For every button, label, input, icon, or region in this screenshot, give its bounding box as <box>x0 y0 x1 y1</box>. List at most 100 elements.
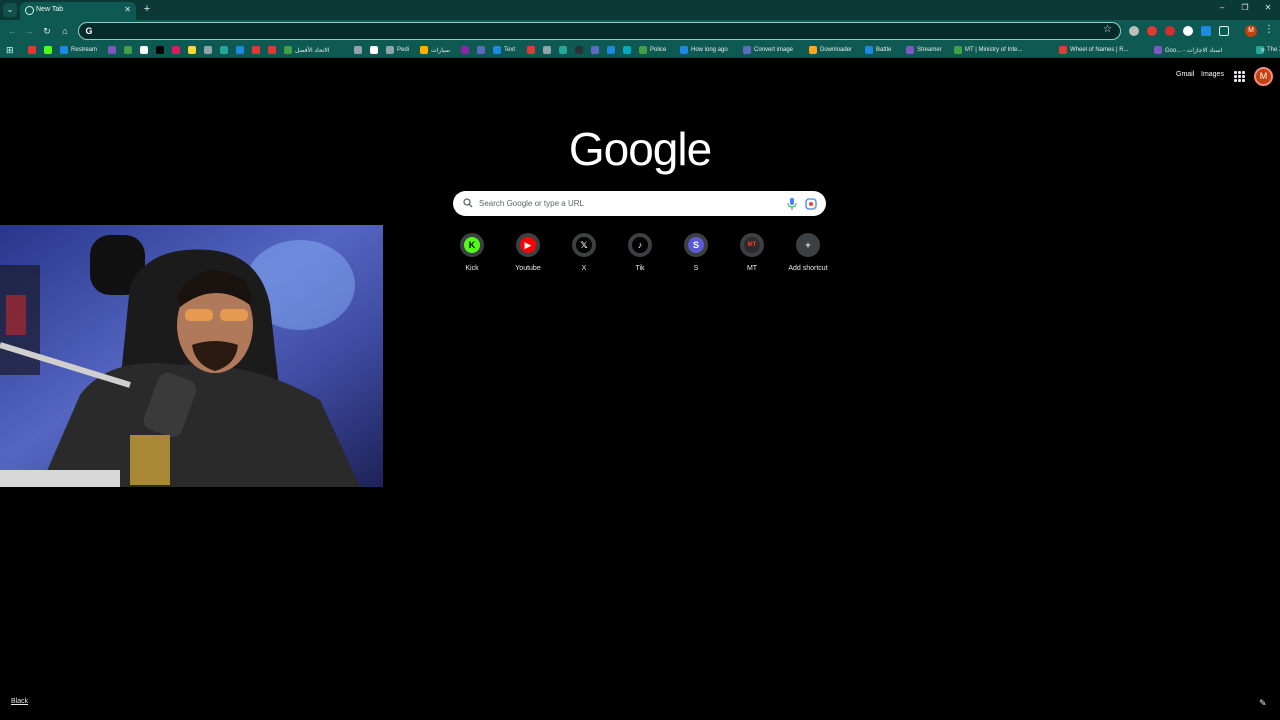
back-arrow-icon[interactable]: ← <box>5 24 19 38</box>
translate-extension-icon[interactable] <box>1201 26 1211 36</box>
bookmark-item[interactable]: سيارات <box>420 45 450 55</box>
bookmark-item[interactable] <box>236 45 244 55</box>
home-icon[interactable]: ⌂ <box>58 24 72 38</box>
extension-icon[interactable] <box>1147 26 1157 36</box>
bookmark-label: The X Picker <box>1267 47 1280 53</box>
bookmark-favicon-icon <box>575 46 583 54</box>
tab-search-icon[interactable]: ⌄ <box>3 3 17 17</box>
address-bar[interactable]: G ☆ <box>78 22 1121 40</box>
images-link[interactable]: Images <box>1201 71 1224 78</box>
bookmark-item[interactable] <box>559 45 567 55</box>
puzzle-extensions-icon[interactable] <box>1219 26 1229 36</box>
google-lens-icon[interactable] <box>805 198 817 210</box>
shortcut-x[interactable]: 𝕏X <box>560 233 608 275</box>
account-avatar[interactable]: M <box>1254 67 1273 86</box>
bookmark-star-icon[interactable]: ☆ <box>1103 24 1112 35</box>
bookmark-item[interactable]: Streamer <box>906 45 942 55</box>
globe-icon <box>25 6 34 15</box>
kick-icon: K <box>464 237 480 253</box>
browser-toolbar: ← → ↻ ⌂ G ☆ M ⋮ <box>0 20 1280 42</box>
new-tab-button[interactable]: + <box>142 2 152 16</box>
bookmark-item[interactable] <box>370 45 378 55</box>
bookmark-item[interactable]: Text <box>493 45 515 55</box>
bookmark-item[interactable] <box>156 45 164 55</box>
bookmark-label: Wheel of Names | R... <box>1070 47 1129 53</box>
shortcut-tik[interactable]: ♪ Tik <box>616 233 664 275</box>
bookmark-item[interactable]: Goo... - اسناد الاجازات <box>1154 45 1222 55</box>
bookmark-item[interactable] <box>477 45 485 55</box>
bookmark-favicon-icon <box>60 46 68 54</box>
bookmark-item[interactable]: الاتحاد الأفضل <box>284 45 330 55</box>
bookmarks-bar: ⊞ Restream الاتحاد الأفضل Pedi سيارات Text Po… <box>0 42 1280 58</box>
window-close-button[interactable]: ✕ <box>1262 3 1274 12</box>
shortcut-add-shortcut[interactable]: + Add shortcut <box>784 233 832 275</box>
shortcut-tile: K <box>460 233 484 257</box>
pencil-icon[interactable]: ✎ <box>1259 698 1267 709</box>
bookmark-item[interactable] <box>623 45 631 55</box>
bookmark-item[interactable]: Battle <box>865 45 891 55</box>
restore-button[interactable]: ❐ <box>1239 3 1251 12</box>
gmail-link[interactable]: Gmail <box>1176 71 1194 78</box>
shortcut-kick[interactable]: K Kick <box>448 233 496 275</box>
bookmark-item[interactable]: Wheel of Names | R... <box>1059 45 1129 55</box>
bookmark-item[interactable]: Police <box>639 45 666 55</box>
bookmark-item[interactable] <box>268 45 276 55</box>
x-icon: 𝕏 <box>576 237 592 253</box>
more-bookmarks-icon[interactable]: » <box>1261 45 1265 54</box>
bookmark-item[interactable]: MT | Ministry of Inte... <box>954 45 1022 55</box>
bookmark-item[interactable] <box>607 45 615 55</box>
profile-avatar-toolbar[interactable]: M <box>1245 25 1257 37</box>
extension-icon[interactable] <box>1165 26 1175 36</box>
bookmark-favicon-icon <box>284 46 292 54</box>
bookmark-item[interactable] <box>140 45 148 55</box>
bookmark-item[interactable] <box>108 45 116 55</box>
bookmark-item[interactable] <box>220 45 228 55</box>
bookmark-favicon-icon <box>1154 46 1162 54</box>
bookmark-item[interactable] <box>354 45 362 55</box>
customize-theme-link[interactable]: Black <box>11 698 28 705</box>
bookmark-item[interactable] <box>172 45 180 55</box>
bookmark-favicon-icon <box>906 46 914 54</box>
bookmark-item[interactable] <box>44 45 52 55</box>
bookmark-favicon-icon <box>236 46 244 54</box>
shortcut-tile: MT <box>740 233 764 257</box>
bookmark-favicon-icon <box>108 46 116 54</box>
reload-icon[interactable]: ↻ <box>40 24 54 38</box>
shortcut-mt[interactable]: MT MT <box>728 233 776 275</box>
search-box[interactable] <box>453 191 826 216</box>
google-apps-icon[interactable] <box>1234 71 1245 82</box>
search-input[interactable] <box>479 196 779 211</box>
bookmark-label: سيارات <box>431 47 450 54</box>
bookmark-item[interactable] <box>28 45 36 55</box>
tab-new-tab[interactable]: New Tab ✕ <box>20 2 136 20</box>
bookmark-item[interactable] <box>461 45 469 55</box>
bookmark-item[interactable] <box>543 45 551 55</box>
bookmark-item[interactable] <box>575 45 583 55</box>
bookmark-item[interactable]: Pedi <box>386 45 409 55</box>
bookmark-item[interactable]: Restream <box>60 45 97 55</box>
webcam-overlay <box>0 225 383 487</box>
forward-arrow-icon[interactable]: → <box>22 24 36 38</box>
bookmark-favicon-icon <box>493 46 501 54</box>
bookmark-item[interactable] <box>204 45 212 55</box>
close-icon[interactable]: ✕ <box>124 5 131 14</box>
tik-icon: ♪ <box>632 237 648 253</box>
shortcut-s[interactable]: SS <box>672 233 720 275</box>
bookmark-item[interactable]: Convert image <box>743 45 793 55</box>
bookmark-favicon-icon <box>607 46 615 54</box>
menu-kebab-icon[interactable]: ⋮ <box>1264 24 1274 35</box>
apps-grid-icon[interactable]: ⊞ <box>6 45 14 56</box>
bookmark-item[interactable]: Downloader <box>809 45 852 55</box>
bookmark-favicon-icon <box>477 46 485 54</box>
bookmark-item[interactable] <box>252 45 260 55</box>
bookmark-item[interactable] <box>188 45 196 55</box>
bookmark-item[interactable] <box>527 45 535 55</box>
minimize-button[interactable]: – <box>1216 3 1228 12</box>
extension-icon[interactable] <box>1129 26 1139 36</box>
bookmark-item[interactable]: How long ago <box>680 45 728 55</box>
microphone-icon[interactable] <box>787 198 797 210</box>
bookmark-item[interactable] <box>124 45 132 55</box>
bookmark-item[interactable] <box>591 45 599 55</box>
shortcut-youtube[interactable]: ▶ Youtube <box>504 233 552 275</box>
extension-icon[interactable] <box>1183 26 1193 36</box>
